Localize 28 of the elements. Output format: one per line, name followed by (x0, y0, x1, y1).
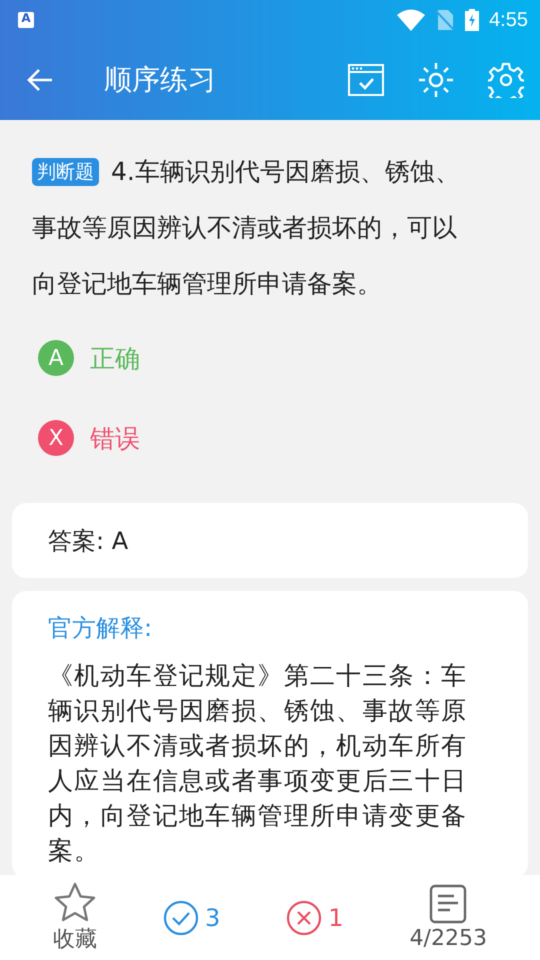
clock: 4:55 (489, 8, 528, 32)
wifi-icon (397, 9, 426, 31)
no-sim-icon (435, 9, 456, 31)
option-text[interactable]: 正确 (90, 342, 140, 374)
question-text-line: 4.车辆识别代号因磨损、锈蚀、 (111, 156, 460, 188)
option-badge[interactable]: X (38, 420, 74, 456)
question-text-line: 向登记地车辆管理所申请备案。 (32, 268, 383, 300)
explanation-text: 《机动车登记规定》第二十三条：车辆识别代号因磨损、锈蚀、事故等原因辨认不清或者损坏的，机动车所有人应当在信息或者事项变更后三十日内，向登记地车辆管理所申请变更备案。 (48, 660, 468, 867)
brightness-icon[interactable] (418, 62, 454, 98)
correct-count: 3 (205, 904, 220, 932)
favorite-label[interactable]: 收藏 (53, 924, 97, 954)
progress-counter: 4/2253 (410, 926, 487, 951)
notification-icon: A (18, 12, 34, 28)
settings-icon[interactable] (488, 62, 524, 98)
question-text-line: 事故等原因辨认不清或者损坏的，可以 (32, 212, 458, 244)
wrong-count: 1 (328, 904, 344, 932)
question-type-badge: 判断题 (32, 158, 99, 186)
cross-circle-icon (286, 900, 322, 936)
battery-charging-icon (465, 9, 480, 31)
option-badge[interactable]: A (38, 340, 74, 376)
explanation-title: 官方解释: (48, 613, 154, 644)
check-circle-icon (163, 900, 199, 936)
star-icon[interactable] (54, 882, 96, 922)
answer-text: 答案: A (48, 526, 128, 556)
checked-calendar-icon[interactable] (348, 64, 384, 96)
list-icon[interactable] (429, 884, 468, 924)
option-text[interactable]: 错误 (90, 422, 140, 454)
screen-title: 顺序练习 (104, 62, 217, 98)
